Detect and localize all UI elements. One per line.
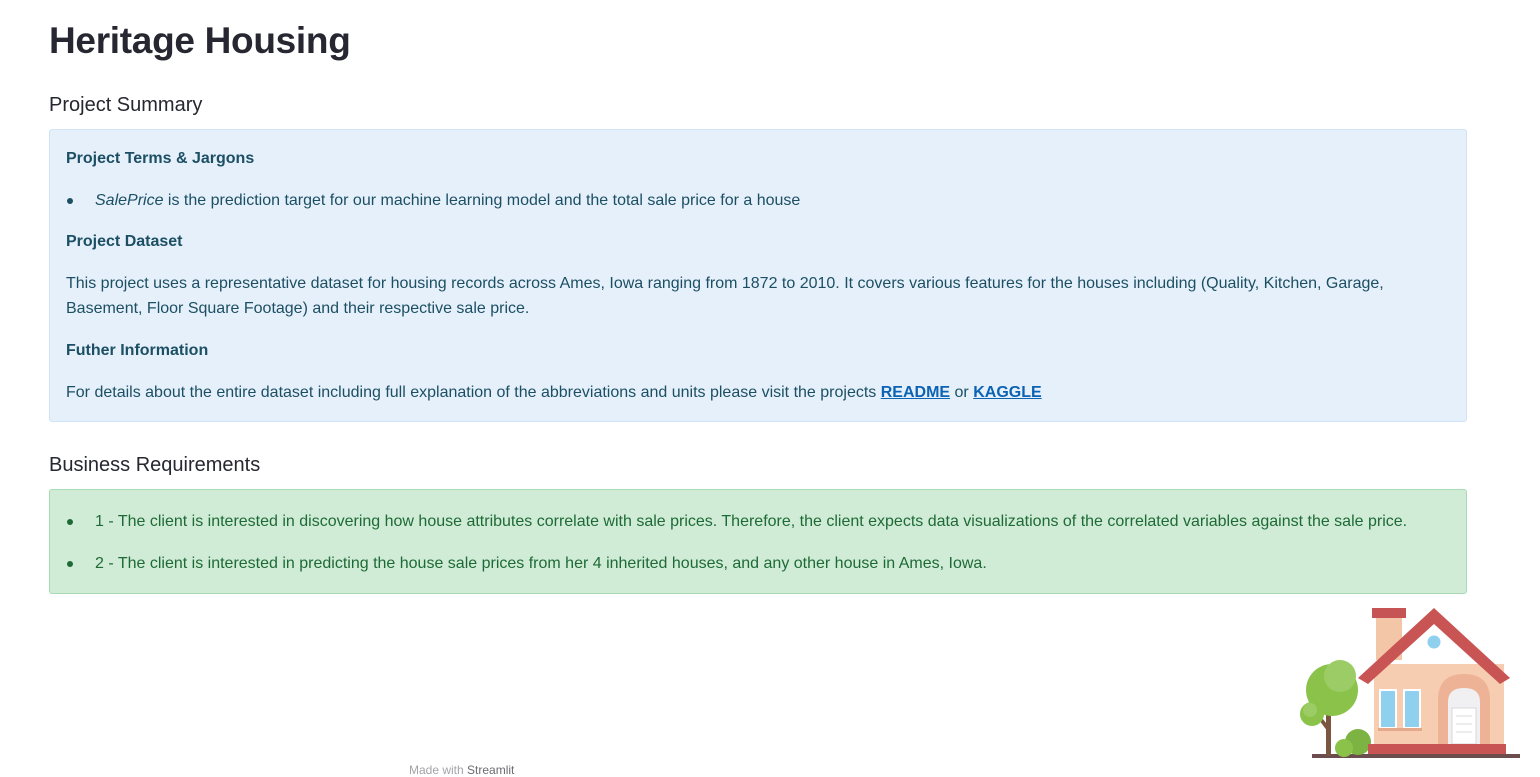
further-info-heading: Futher Information <box>66 342 209 359</box>
bullet-icon <box>67 519 73 525</box>
kaggle-link[interactable]: KAGGLE <box>973 384 1041 401</box>
dataset-description: This project uses a representative datas… <box>66 275 1384 317</box>
further-info-text: For details about the entire dataset inc… <box>66 381 1042 405</box>
term-name: SalePrice <box>95 192 164 209</box>
made-with-text: Made with <box>409 763 468 777</box>
terms-heading: Project Terms & Jargons <box>66 150 255 167</box>
terms-list-item: SalePrice is the prediction target for o… <box>95 189 800 213</box>
streamlit-link[interactable]: Streamlit <box>467 763 514 777</box>
page-title: Heritage Housing <box>49 20 351 61</box>
business-requirements-heading: Business Requirements <box>49 454 261 476</box>
streamlit-page: Heritage Housing Project Summary Project… <box>0 0 1540 777</box>
term-description: is the prediction target for our machine… <box>163 192 801 209</box>
project-summary-heading: Project Summary <box>49 94 203 116</box>
project-summary-info-box: Project Terms & Jargons SalePrice is the… <box>49 129 1467 422</box>
requirement-item-2: 2 - The client is interested in predicti… <box>95 555 987 572</box>
readme-link[interactable]: README <box>881 384 950 401</box>
house-with-tree-icon <box>1300 608 1520 758</box>
further-info-sentence: For details about the entire dataset inc… <box>66 384 881 401</box>
bullet-icon <box>67 198 73 204</box>
or-text: or <box>950 384 974 401</box>
dataset-heading: Project Dataset <box>66 233 183 250</box>
footer-made-with: Made with Streamlit <box>409 763 514 777</box>
business-requirements-success-box: 1 - The client is interested in discover… <box>49 489 1467 594</box>
requirement-item-1: 1 - The client is interested in discover… <box>95 513 1408 530</box>
bullet-icon <box>67 561 73 567</box>
